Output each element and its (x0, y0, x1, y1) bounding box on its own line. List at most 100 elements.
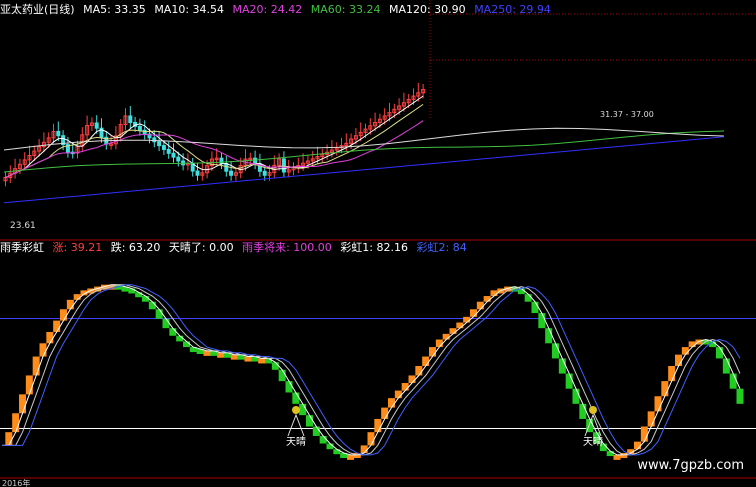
indicator-name: 雨季彩虹 (0, 241, 44, 254)
rise-block (381, 407, 389, 419)
rise-block (60, 309, 67, 321)
fall-block (565, 373, 573, 389)
stock-name: 亚太药业(日线) (0, 3, 75, 16)
price-legend: 亚太药业(日线) MA5: 33.35 MA10: 34.54 MA20: 24… (0, 3, 556, 17)
price-range-label: 31.37 - 37.00 (600, 110, 654, 119)
rainbow2-line (2, 284, 741, 456)
candle-body (152, 137, 157, 143)
ma120-label: MA120: 30.90 (388, 3, 466, 16)
rainbow1-label: 彩虹1: 82.16 (340, 241, 409, 254)
rise-block (203, 350, 211, 356)
fall-block (312, 426, 320, 436)
rise-block (53, 320, 61, 332)
rise-label: 涨: 39.21 (52, 241, 103, 254)
fall-block (552, 343, 559, 359)
signal-peak-icon (287, 413, 305, 437)
candle-body (195, 170, 200, 176)
rise-block (422, 356, 430, 366)
ma20-label: MA20: 24.42 (232, 3, 303, 16)
fall-block (278, 369, 286, 382)
rise-block (230, 354, 238, 360)
fall-block (736, 388, 744, 404)
fall-block (155, 309, 163, 319)
fall-block (319, 435, 327, 444)
rise-block (374, 418, 382, 433)
fall-block (729, 373, 737, 389)
candle-body (224, 163, 229, 172)
rainbow2-label: 彩虹2: 84 (416, 241, 467, 254)
rise-block (25, 375, 33, 395)
rise-block (456, 322, 464, 329)
rise-block (435, 339, 443, 348)
fall-block (545, 328, 553, 344)
rise-block (46, 331, 54, 344)
candle-body (137, 125, 142, 131)
fall-block (176, 335, 184, 342)
signal-icon (292, 406, 300, 414)
fall-block (572, 388, 580, 404)
rainbow1-line (2, 284, 741, 456)
clear-label: 天晴了: 0.00 (168, 241, 234, 254)
rise-block (415, 366, 423, 376)
fall-block (333, 449, 341, 455)
rise-block (675, 354, 682, 366)
candle-body (166, 148, 171, 154)
indicator-legend: 雨季彩虹 涨: 39.21 跌: 63.20 天晴了: 0.00 雨季将来: 1… (0, 241, 472, 255)
rise-block (388, 398, 395, 408)
rise-block (647, 411, 655, 427)
candle-body (262, 170, 267, 176)
rise-block (39, 343, 47, 357)
rise-block (217, 352, 225, 358)
rise-block (476, 301, 484, 310)
fall-block (524, 294, 532, 302)
fall-block (285, 381, 293, 393)
rise-block (449, 328, 457, 334)
rain-label: 雨季将来: 100.00 (242, 241, 332, 254)
rise-block (613, 454, 621, 460)
candle-body (56, 130, 61, 137)
ma5-label: MA5: 33.35 (83, 3, 146, 16)
fall-block (265, 358, 272, 364)
date-label: 2016年 (2, 478, 30, 487)
fall-block (538, 313, 546, 329)
fall-block (271, 362, 279, 370)
rise-block (483, 296, 491, 302)
rise-block (640, 426, 648, 442)
candle-body (94, 122, 99, 129)
candle-body (229, 170, 234, 176)
candle-body (142, 129, 147, 135)
rise-block (463, 316, 471, 323)
rise-block (360, 445, 368, 453)
fall-block (716, 347, 723, 359)
fall-block (326, 443, 334, 450)
signal-label-2: 天晴 (583, 435, 603, 448)
rise-block (401, 383, 409, 391)
rise-block (408, 375, 416, 384)
fall-block (531, 301, 539, 314)
watermark: www.7gpzb.com (637, 458, 744, 473)
rise-block (429, 347, 436, 357)
rise-block (394, 390, 402, 399)
rise-block (490, 290, 498, 297)
fall-block (292, 392, 300, 404)
ma60-label: MA60: 33.24 (310, 3, 381, 16)
fall-label: 跌: 63.20 (110, 241, 161, 254)
rise-block (5, 432, 13, 446)
candle-body (171, 152, 176, 158)
candle-body (161, 145, 166, 150)
rise-block (73, 294, 81, 300)
rise-block (681, 347, 689, 355)
rise-block (367, 432, 375, 446)
rise-block (19, 394, 26, 414)
fall-block (148, 301, 156, 310)
rise-block (470, 309, 477, 317)
rise-block (654, 396, 662, 412)
fall-block (128, 288, 136, 294)
rise-block (661, 381, 669, 397)
candle-body (253, 157, 258, 165)
fall-block (306, 415, 313, 427)
rise-block (634, 441, 641, 450)
fall-block (722, 358, 730, 374)
fall-block (183, 341, 190, 348)
rise-block (668, 366, 676, 382)
